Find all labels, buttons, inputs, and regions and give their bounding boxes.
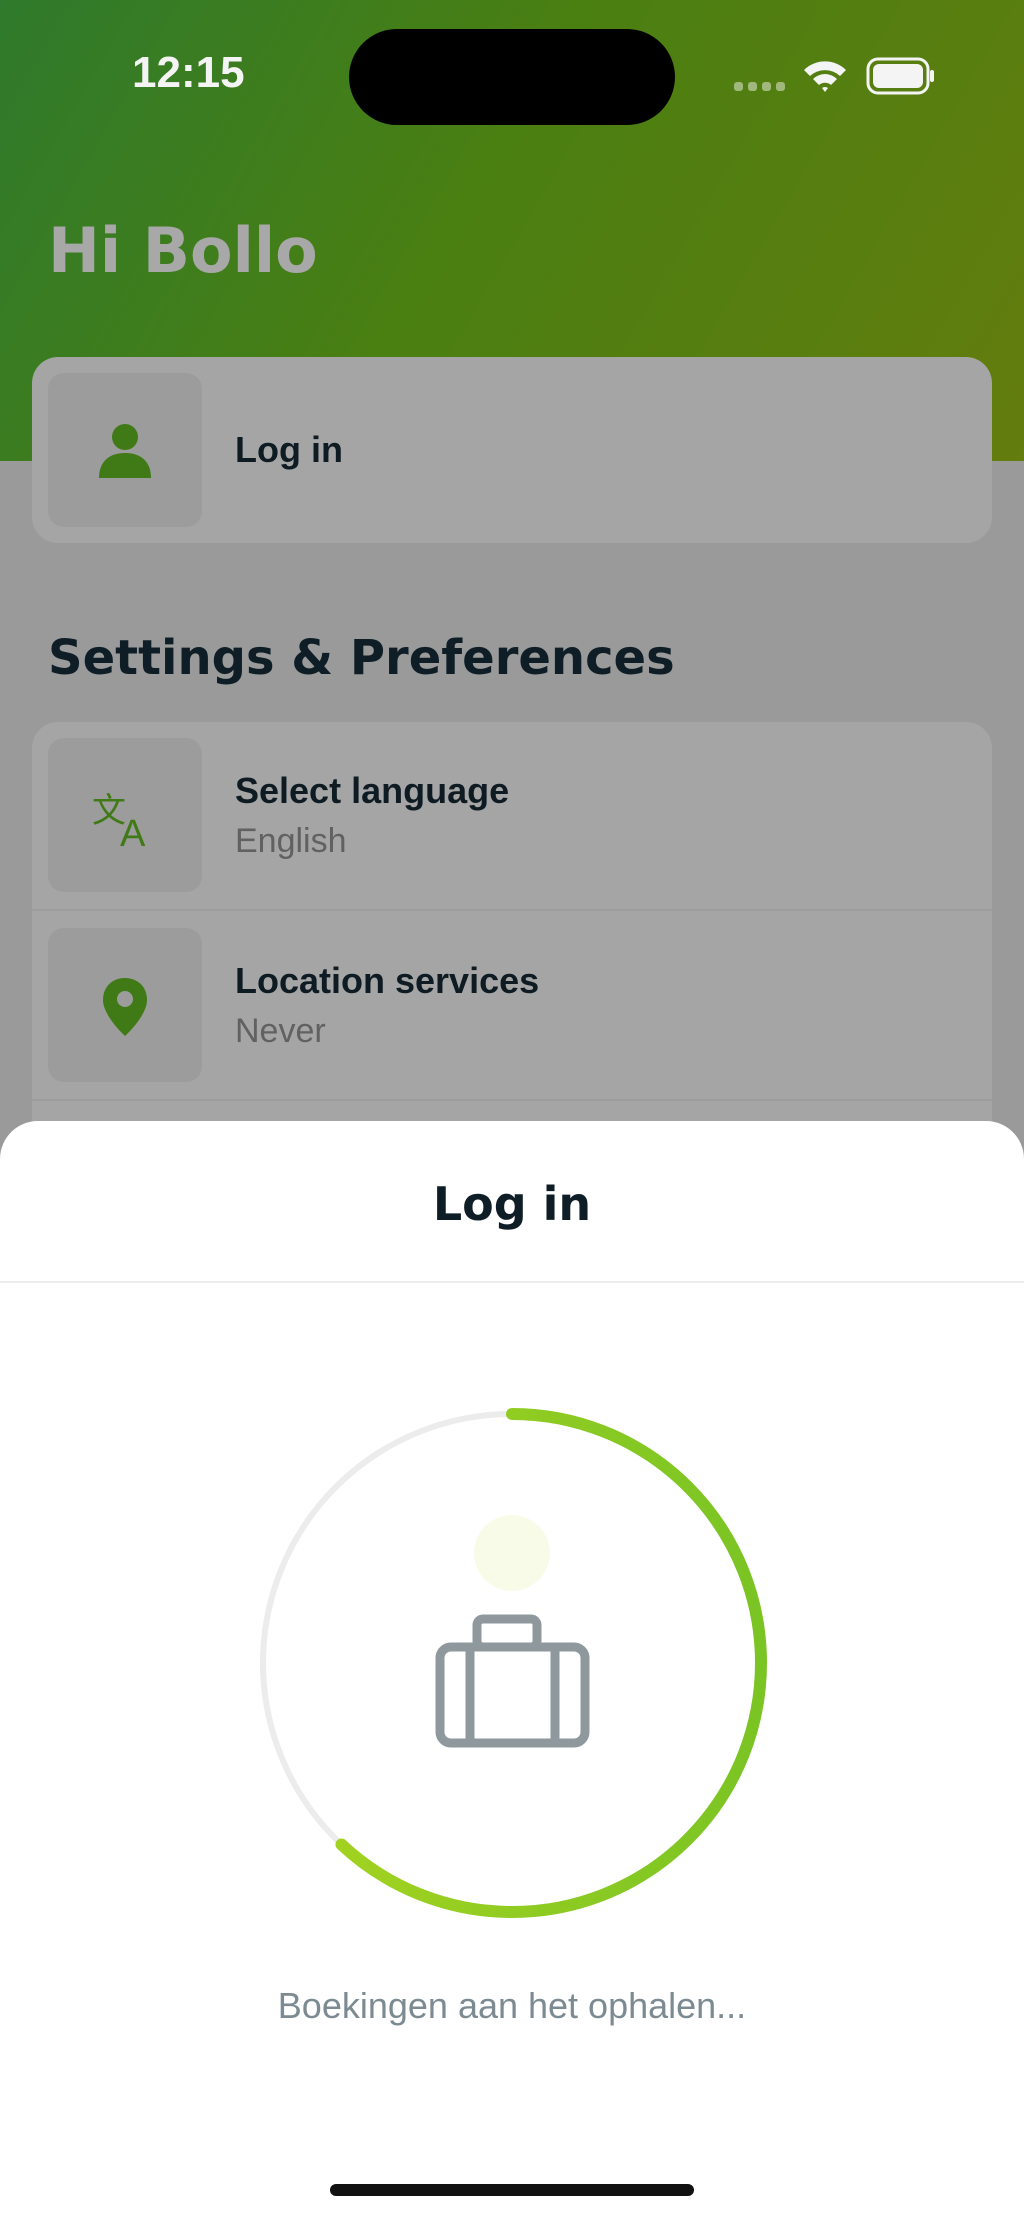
suitcase-icon: [435, 1614, 590, 1748]
status-bar: 12:15: [0, 0, 1024, 150]
settings-item-location-title: Location services: [235, 960, 540, 1001]
location-pin-icon-tile: [48, 928, 202, 1082]
sheet-divider: [0, 1281, 1024, 1283]
settings-item-location-value: Never: [235, 1012, 326, 1050]
wifi-icon: [802, 56, 848, 96]
svg-text:A: A: [120, 813, 146, 848]
settings-divider: [32, 909, 992, 911]
cellular-signal-icon: [734, 82, 786, 92]
battery-icon: [866, 57, 936, 95]
person-icon-tile: [48, 373, 202, 527]
person-icon: [99, 424, 151, 478]
translate-icon: 文 A: [92, 791, 146, 848]
location-pin-icon: [103, 978, 147, 1036]
progress-glow: [474, 1515, 550, 1591]
settings-divider: [32, 1099, 992, 1101]
settings-item-language-value: English: [235, 822, 347, 860]
login-bottom-sheet: Log in Boekingen aan het ophalen...: [0, 1121, 1024, 2220]
settings-list: 文 A Select language English Location ser…: [32, 722, 992, 1142]
home-indicator[interactable]: [330, 2184, 694, 2196]
loading-status-text: Boekingen aan het ophalen...: [277, 1985, 747, 2026]
dynamic-island: [349, 29, 675, 125]
settings-item-language[interactable]: 文 A Select language English: [32, 722, 992, 910]
settings-item-language-title: Select language: [235, 770, 510, 811]
login-row[interactable]: Log in: [32, 357, 992, 543]
loading-progress-ring: [250, 1401, 774, 1925]
settings-item-location[interactable]: Location services Never: [32, 912, 992, 1100]
settings-section-title: Settings & Preferences: [48, 630, 675, 686]
translate-icon-tile: 文 A: [48, 738, 202, 892]
sheet-title: Log in: [432, 1177, 592, 1231]
status-time: 12:15: [132, 48, 245, 97]
greeting-title: Hi Bollo: [48, 214, 318, 287]
login-label: Log in: [235, 429, 343, 470]
